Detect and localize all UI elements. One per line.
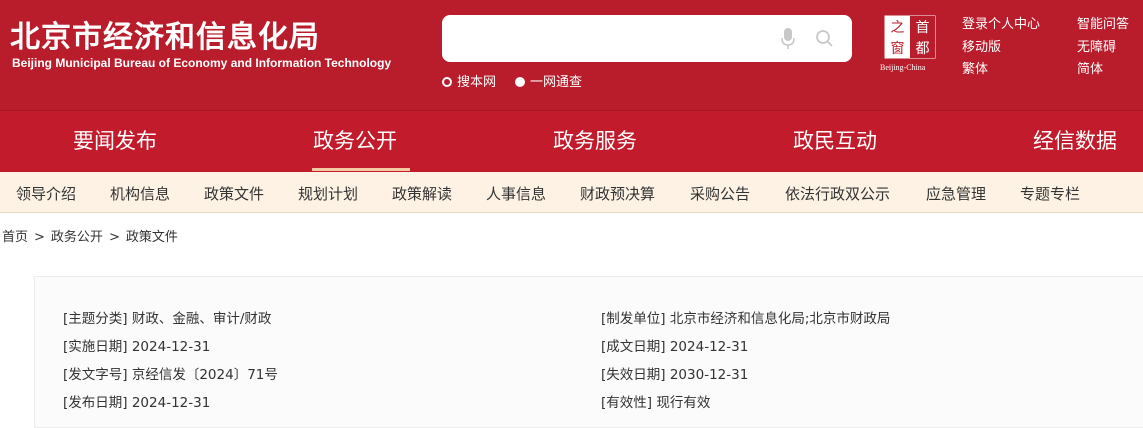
meta-topic-value: 财政、金融、审计/财政 [131,311,272,327]
radio-selected-icon [515,76,525,87]
meta-written-key: [成文日期] [601,339,666,355]
smart-qa-link[interactable]: 智能问答 [1077,13,1129,32]
meta-issuer: [制发单位] 北京市经济和信息化局;北京市财政局 [601,307,890,327]
meta-expiry-date: [失效日期] 2030-12-31 [601,363,748,383]
meta-impl-key: [实施日期] [63,339,128,355]
microphone-icon[interactable] [781,28,795,50]
breadcrumb-open-affairs[interactable]: 政务公开 [51,230,103,245]
meta-implementation-date: [实施日期] 2024-12-31 [63,335,210,355]
meta-docno-value: 京经信发〔2024〕71号 [131,367,278,383]
meta-impl-value: 2024-12-31 [131,339,211,355]
main-nav-data[interactable]: 经信数据 [1033,125,1117,155]
seal-char: 首 [916,20,930,36]
main-nav: 要闻发布 政务公开 政务服务 政民互动 经信数据 [0,110,1143,172]
meta-issuer-value: 北京市经济和信息化局;北京市财政局 [669,311,891,327]
meta-validity: [有效性] 现行有效 [601,391,710,411]
search-icon[interactable] [815,29,835,49]
meta-written-value: 2024-12-31 [669,339,749,355]
sub-nav-special-topics[interactable]: 专题专栏 [1020,183,1080,204]
meta-docno-key: [发文字号] [63,367,128,383]
sub-nav-leaders[interactable]: 领导介绍 [16,183,76,204]
sub-nav-emergency[interactable]: 应急管理 [926,183,986,204]
meta-written-date: [成文日期] 2024-12-31 [601,335,748,355]
meta-publish-key: [发布日期] [63,395,128,411]
sub-nav: 领导介绍 机构信息 政策文件 规划计划 政策解读 人事信息 财政预决算 采购公告… [0,172,1143,213]
scope-label: 搜本网 [457,75,497,90]
site-title-en: Beijing Municipal Bureau of Economy and … [12,56,392,70]
sub-nav-policy-interpretation[interactable]: 政策解读 [392,183,452,204]
login-link[interactable]: 登录个人中心 [962,13,1040,32]
seal-caption: Beijing-China [880,63,926,72]
radio-unselected-icon [442,76,452,87]
site-title-cn[interactable]: 北京市经济和信息化局 [10,12,320,56]
sub-nav-org-info[interactable]: 机构信息 [110,183,170,204]
main-nav-interaction[interactable]: 政民互动 [793,125,877,155]
main-nav-news[interactable]: 要闻发布 [73,125,157,155]
scope-option-all[interactable]: 一网通查 [515,71,582,90]
meta-validity-key: [有效性] [601,395,653,411]
capital-window-seal-logo[interactable]: 首 都 之 窗 [884,15,936,59]
active-tab-indicator [312,168,410,171]
seal-char: 之 [891,20,905,36]
breadcrumb: 首页 > 政务公开 > 政策文件 [2,226,178,245]
main-nav-services[interactable]: 政务服务 [553,125,637,155]
mobile-version-link[interactable]: 移动版 [962,36,1001,55]
meta-issuer-key: [制发单位] [601,311,666,327]
search-input[interactable] [456,25,780,53]
accessibility-link[interactable]: 无障碍 [1077,36,1116,55]
breadcrumb-home[interactable]: 首页 [2,230,28,245]
sub-nav-budget[interactable]: 财政预决算 [580,183,655,204]
meta-expiry-value: 2030-12-31 [669,367,749,383]
meta-expiry-key: [失效日期] [601,367,666,383]
simplified-chinese-link[interactable]: 简体 [1077,58,1103,77]
site-header: 北京市经济和信息化局 Beijing Municipal Bureau of E… [0,0,1143,110]
sub-nav-procurement[interactable]: 采购公告 [690,183,750,204]
sub-nav-plans[interactable]: 规划计划 [298,183,358,204]
traditional-chinese-link[interactable]: 繁体 [962,58,988,77]
seal-char: 都 [916,41,930,57]
meta-topic: [主题分类] 财政、金融、审计/财政 [63,307,271,327]
breadcrumb-policy-docs[interactable]: 政策文件 [126,230,178,245]
scope-option-site[interactable]: 搜本网 [442,71,496,90]
sub-nav-law-enforcement[interactable]: 依法行政双公示 [785,183,890,204]
sub-nav-personnel[interactable]: 人事信息 [486,183,546,204]
main-nav-open-affairs[interactable]: 政务公开 [313,125,397,155]
scope-label: 一网通查 [530,75,583,90]
meta-validity-value: 现行有效 [656,395,711,411]
meta-publish-date: [发布日期] 2024-12-31 [63,391,210,411]
breadcrumb-separator: > [108,230,120,245]
breadcrumb-separator: > [34,230,45,245]
meta-document-number: [发文字号] 京经信发〔2024〕71号 [63,363,278,383]
seal-char: 窗 [891,40,905,57]
sub-nav-policy-docs[interactable]: 政策文件 [204,183,264,204]
meta-topic-key: [主题分类] [63,311,128,327]
meta-publish-value: 2024-12-31 [131,395,211,411]
